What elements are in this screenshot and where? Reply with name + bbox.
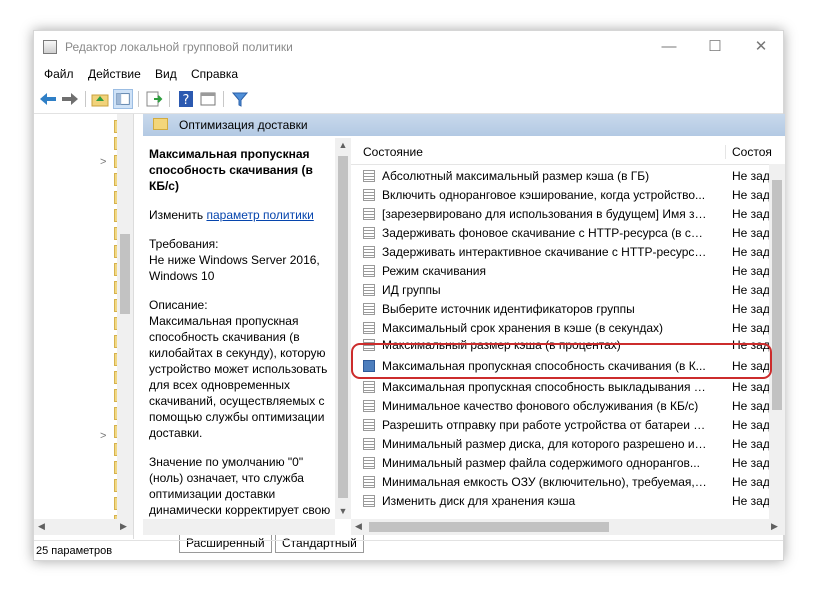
filter-icon[interactable] xyxy=(230,89,250,109)
menu-file[interactable]: Файл xyxy=(44,67,74,81)
policy-setting-icon xyxy=(363,170,375,182)
description-horizontal-scrollbar[interactable] xyxy=(143,519,335,535)
scroll-left-arrow-icon[interactable]: ◀ xyxy=(355,521,362,532)
window-title: Редактор локальной групповой политики xyxy=(65,40,293,54)
list-item[interactable]: Максимальная пропускная способность выкл… xyxy=(351,378,777,397)
menu-view[interactable]: Вид xyxy=(155,67,177,81)
list-header: Состояние Состоя xyxy=(351,136,785,165)
list-item[interactable]: Минимальный размер файла содержимого одн… xyxy=(351,454,777,473)
policy-setting-icon xyxy=(363,284,375,296)
list-vertical-scrollbar[interactable] xyxy=(769,164,785,519)
menu-help[interactable]: Справка xyxy=(191,67,238,81)
app-icon xyxy=(43,40,57,54)
list-item[interactable]: Включить одноранговое кэширование, когда… xyxy=(351,186,777,205)
scroll-up-arrow-icon[interactable]: ▲ xyxy=(335,140,351,150)
folder-icon xyxy=(153,118,168,130)
list-item[interactable]: Режим скачивания Не зада xyxy=(351,262,777,281)
back-arrow-icon[interactable] xyxy=(38,89,58,109)
details-area: Оптимизация доставки Максимальная пропус… xyxy=(143,114,785,553)
edit-prefix: Изменить xyxy=(149,208,207,222)
description-label: Описание: xyxy=(149,298,208,312)
close-button[interactable]: ✕ xyxy=(738,31,784,63)
policy-setting-icon xyxy=(363,303,375,315)
setting-title: Максимальная пропускная способность скач… xyxy=(149,147,313,193)
policy-setting-icon xyxy=(363,189,375,201)
requirements-label: Требования: xyxy=(149,237,219,251)
policy-setting-icon xyxy=(363,208,375,220)
scroll-thumb[interactable] xyxy=(120,234,130,314)
status-bar: 25 параметров xyxy=(34,540,783,562)
properties-icon[interactable] xyxy=(198,89,218,109)
svg-text:?: ? xyxy=(183,93,190,108)
tree-vertical-scrollbar[interactable] xyxy=(117,114,133,519)
policy-setting-icon xyxy=(363,457,375,469)
policy-setting-icon xyxy=(363,246,375,258)
default-value-text: Значение по умолчанию "0" (ноль) означае… xyxy=(149,455,331,517)
scroll-left-arrow-icon[interactable]: ◀ xyxy=(38,521,45,532)
policy-setting-icon xyxy=(363,381,375,393)
description-text: Максимальная пропускная способность скач… xyxy=(149,314,328,440)
list-item[interactable]: Минимальное качество фонового обслуживан… xyxy=(351,397,777,416)
tree-horizontal-scrollbar[interactable]: ◀ ▶ xyxy=(34,519,133,535)
description-pane: Максимальная пропускная способность скач… xyxy=(143,136,351,519)
policy-setting-icon xyxy=(363,400,375,412)
title-bar: Редактор локальной групповой политики — … xyxy=(34,31,783,63)
toolbar: ? xyxy=(34,85,783,114)
gpedit-window: Редактор локальной групповой политики — … xyxy=(33,30,785,562)
scroll-down-arrow-icon[interactable]: ▼ xyxy=(335,506,351,516)
scroll-thumb[interactable] xyxy=(772,180,782,410)
list-item[interactable]: Задерживать фоновое скачивание с HTTP-ре… xyxy=(351,224,777,243)
expand-chevron-icon[interactable]: > xyxy=(100,430,106,442)
menu-action[interactable]: Действие xyxy=(88,67,141,81)
section-header: Оптимизация доставки xyxy=(143,114,785,136)
tree-pane[interactable]: > > ◀ ▶ xyxy=(34,114,134,539)
menu-bar: Файл Действие Вид Справка xyxy=(34,63,783,85)
list-item[interactable]: ИД группы Не зада xyxy=(351,281,777,300)
forward-arrow-icon[interactable] xyxy=(60,89,80,109)
maximize-button[interactable]: ☐ xyxy=(692,31,738,63)
highlight-outline xyxy=(351,343,772,379)
toolbar-separator xyxy=(85,91,86,107)
toolbar-separator xyxy=(169,91,170,107)
show-hide-tree-icon[interactable] xyxy=(113,89,133,109)
toolbar-separator xyxy=(138,91,139,107)
policy-setting-icon xyxy=(363,438,375,450)
policy-setting-icon xyxy=(363,322,375,334)
section-title: Оптимизация доставки xyxy=(179,118,308,132)
policy-setting-icon xyxy=(363,265,375,277)
expand-chevron-icon[interactable]: > xyxy=(100,156,106,168)
policy-setting-icon xyxy=(363,227,375,239)
list-item[interactable]: Минимальный размер диска, для которого р… xyxy=(351,435,777,454)
column-header-state-name[interactable]: Состояние xyxy=(363,145,423,159)
status-text: 25 параметров xyxy=(36,545,113,557)
description-scrollbar[interactable]: ▲ ▼ xyxy=(335,138,351,519)
list-item[interactable]: Изменить диск для хранения кэша Не зада xyxy=(351,492,777,511)
list-item[interactable]: Разрешить отправку при работе устройства… xyxy=(351,416,777,435)
help-icon[interactable]: ? xyxy=(176,89,196,109)
list-item[interactable]: Минимальная емкость ОЗУ (включительно), … xyxy=(351,473,777,492)
toolbar-separator xyxy=(223,91,224,107)
scroll-right-arrow-icon[interactable]: ▶ xyxy=(120,521,127,532)
list-item[interactable]: Абсолютный максимальный размер кэша (в Г… xyxy=(351,167,777,186)
policy-setting-icon xyxy=(363,476,375,488)
list-item[interactable]: [зарезервировано для использования в буд… xyxy=(351,205,777,224)
list-item[interactable]: Задерживать интерактивное скачивание с H… xyxy=(351,243,777,262)
requirements-value: Не ниже Windows Server 2016, Windows 10 xyxy=(149,253,320,283)
edit-policy-link[interactable]: параметр политики xyxy=(206,208,313,222)
list-horizontal-scrollbar[interactable]: ◀ ▶ xyxy=(351,519,785,535)
export-list-icon[interactable] xyxy=(144,89,164,109)
up-folder-icon[interactable] xyxy=(90,89,110,109)
scroll-right-arrow-icon[interactable]: ▶ xyxy=(771,521,778,532)
scroll-thumb[interactable] xyxy=(338,156,348,498)
minimize-button[interactable]: — xyxy=(646,31,692,63)
list-item[interactable]: Выберите источник идентификаторов группы… xyxy=(351,300,777,319)
policy-setting-icon xyxy=(363,495,375,507)
settings-list: Состояние Состоя Абсолютный максимальный… xyxy=(351,136,785,519)
column-header-state[interactable]: Состоя xyxy=(725,145,772,159)
policy-setting-icon xyxy=(363,419,375,431)
scroll-thumb[interactable] xyxy=(369,522,609,532)
